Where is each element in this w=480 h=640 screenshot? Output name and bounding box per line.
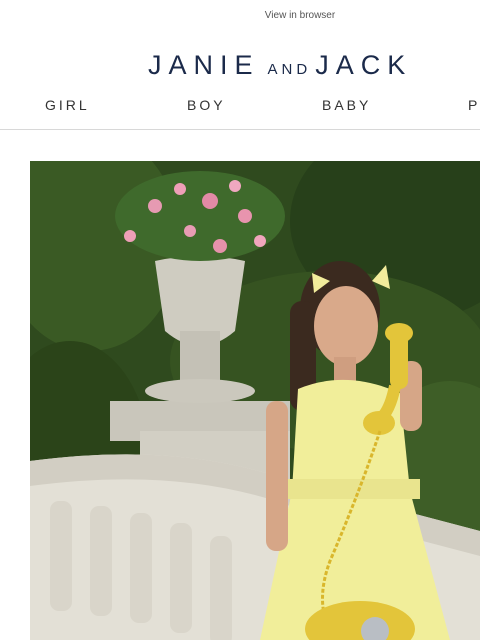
email-page: View in browser JANIE AND JACK GIRL BOY BA… — [0, 0, 480, 640]
nav-item-boy[interactable]: BOY — [187, 97, 226, 113]
logo-word-and: AND — [267, 61, 312, 78]
nav-item-partial[interactable]: P — [468, 97, 480, 113]
nav-item-girl[interactable]: GIRL — [45, 97, 90, 113]
logo-word-jack: JACK — [315, 50, 413, 80]
logo-word-janie: JANIE — [148, 50, 260, 80]
hero-image[interactable] — [30, 161, 480, 640]
header-divider — [0, 129, 480, 130]
hero-photo — [30, 161, 480, 640]
brand-logo[interactable]: JANIE AND JACK — [148, 50, 453, 80]
category-nav: GIRL BOY BABY P — [0, 97, 480, 115]
nav-item-baby[interactable]: BABY — [322, 97, 371, 113]
view-in-browser-link[interactable]: View in browser — [0, 10, 480, 21]
